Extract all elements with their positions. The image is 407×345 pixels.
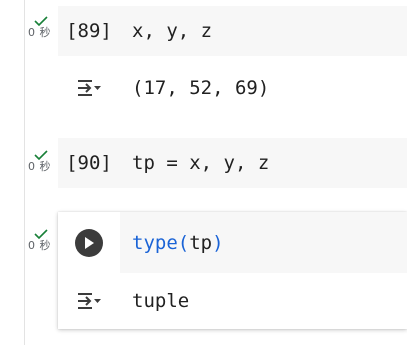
code-cell[interactable]: [89] x, y, z bbox=[58, 6, 407, 56]
cell-status: 0 秒 bbox=[28, 229, 58, 252]
check-icon bbox=[34, 150, 48, 160]
execution-time: 0 秒 bbox=[28, 26, 51, 39]
execution-time: 0 秒 bbox=[28, 239, 51, 252]
notebook-page: 0 秒 [89] x, y, z (17, 52, 69) 0 秒 [90] t… bbox=[0, 0, 407, 345]
run-gutter bbox=[58, 212, 120, 273]
execution-time: 0 秒 bbox=[28, 160, 51, 173]
code-paren-token: ( bbox=[177, 231, 190, 254]
cell-output: tuple bbox=[58, 273, 407, 329]
cell-status: 0 秒 bbox=[28, 150, 58, 173]
code-paren-token: ) bbox=[212, 231, 224, 254]
cell-gutter-divider bbox=[24, 0, 25, 345]
code-builtin-token: type bbox=[132, 231, 178, 254]
code-line[interactable]: tp = x, y, z bbox=[132, 152, 269, 174]
output-toggle-icon[interactable] bbox=[58, 291, 120, 311]
active-cell-input: type(tp) bbox=[58, 212, 407, 273]
code-editor[interactable]: type(tp) bbox=[120, 212, 407, 273]
output-toggle-icon[interactable] bbox=[58, 78, 120, 98]
execution-count: [89] bbox=[66, 20, 112, 42]
run-cell-button[interactable] bbox=[75, 228, 103, 257]
cell-status: 0 秒 bbox=[28, 16, 58, 39]
output-text: tuple bbox=[132, 290, 190, 312]
code-name-token: tp bbox=[189, 231, 213, 254]
code-line[interactable]: x, y, z bbox=[132, 20, 212, 42]
cell-output: (17, 52, 69) bbox=[58, 63, 407, 113]
execution-count: [90] bbox=[66, 152, 112, 174]
output-text: (17, 52, 69) bbox=[132, 77, 270, 99]
code-cell[interactable]: [90] tp = x, y, z bbox=[58, 138, 407, 188]
active-code-cell[interactable]: type(tp) tuple bbox=[58, 212, 407, 329]
play-icon bbox=[85, 236, 94, 249]
code-line[interactable]: type(tp) bbox=[132, 232, 224, 254]
check-icon bbox=[34, 16, 48, 26]
check-icon bbox=[34, 229, 48, 239]
